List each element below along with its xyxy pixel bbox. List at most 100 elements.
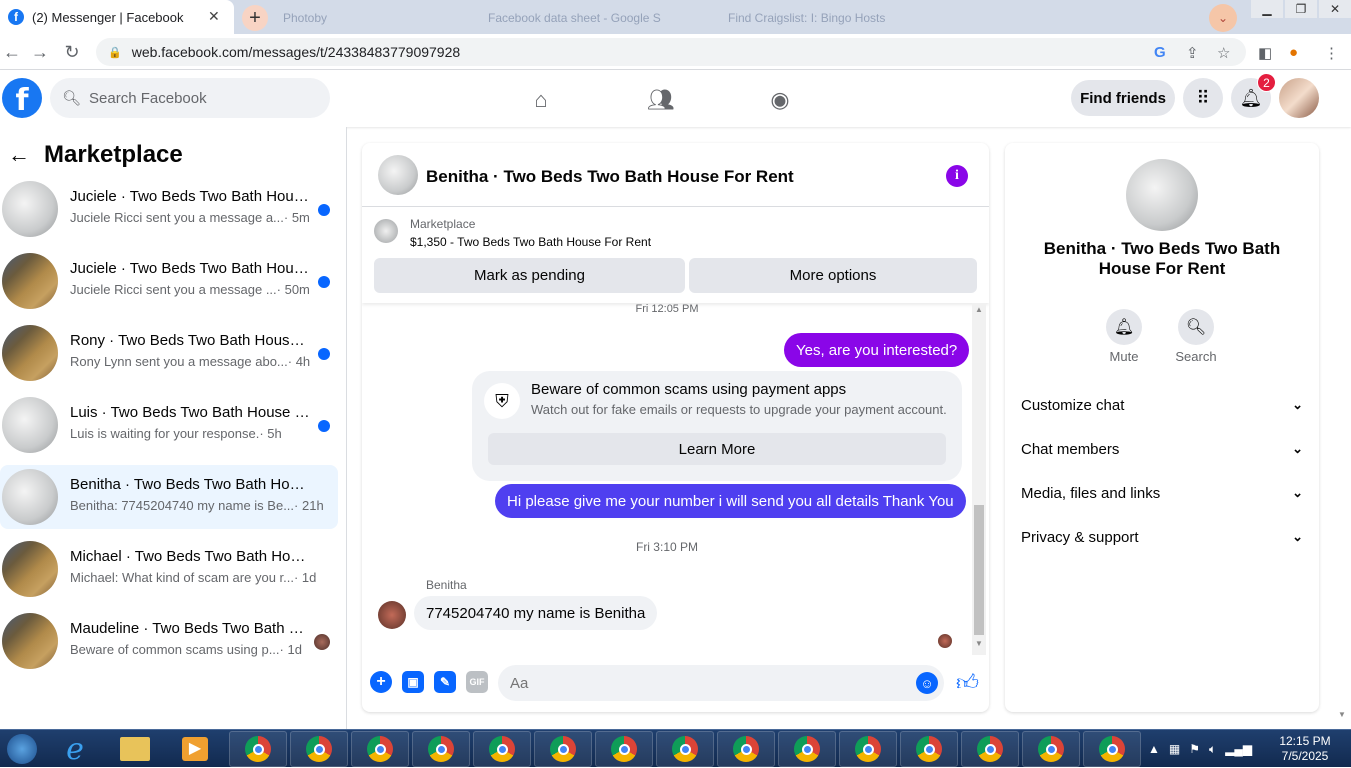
chevron-down-icon: ⌄: [1292, 485, 1303, 500]
account-avatar[interactable]: [1279, 78, 1319, 118]
conversation-item[interactable]: Benitha · Two Beds Two Bath House For Re…: [0, 465, 338, 529]
friends-icon[interactable]: 👥︎: [647, 86, 675, 114]
conversation-snippet-row: Juciele Ricci sent you a message ... · 5…: [70, 282, 325, 297]
message-thread[interactable]: Fri 12:05 PM Yes, are you interested? ⛨ …: [362, 303, 989, 655]
maximize-icon[interactable]: ❐: [1285, 0, 1317, 18]
google-translate-icon[interactable]: G: [1154, 44, 1166, 61]
forward-icon[interactable]: →: [28, 40, 52, 64]
attach-photo-icon[interactable]: ▣: [402, 671, 424, 693]
scroll-up-arrow-icon[interactable]: ▲: [975, 305, 983, 314]
reload-icon[interactable]: ↻: [60, 40, 84, 64]
thread-scrollbar[interactable]: ▲ ▼: [972, 303, 986, 655]
page-scroll-down-arrow-icon[interactable]: ▼: [1338, 710, 1346, 719]
chrome-taskbar-window[interactable]: [900, 731, 958, 767]
system-tray: ▲ ▦ ⚑ 🔈︎ ▂▄▆: [1148, 734, 1268, 764]
browser-tab-active[interactable]: f (2) Messenger | Facebook: [0, 0, 234, 34]
conversation-snippet: Michael: What kind of scam are you r...: [70, 570, 294, 585]
details-section-toggle[interactable]: Privacy & support ⌄: [1021, 517, 1303, 557]
scroll-down-arrow-icon[interactable]: ▼: [975, 639, 983, 648]
chat-title[interactable]: Benitha · Two Beds Two Bath House For Re…: [426, 167, 794, 187]
facebook-header: f 🔍︎ Search Facebook ⌂ 👥︎ ◉ Find friends…: [0, 70, 1351, 127]
incoming-message[interactable]: 7745204740 my name is Benitha: [414, 596, 658, 630]
chrome-taskbar-window[interactable]: [717, 731, 775, 767]
chrome-taskbar-window[interactable]: [778, 731, 836, 767]
thumbs-up-icon[interactable]: 👍︎: [956, 669, 979, 696]
chrome-taskbar-window[interactable]: [839, 731, 897, 767]
background-tab[interactable]: Facebook data sheet - Google S: [480, 5, 710, 31]
facebook-logo-icon[interactable]: f: [2, 78, 42, 118]
chrome-icon: [306, 736, 332, 762]
url-bar[interactable]: 🔒 web.facebook.com/messages/t/2433848377…: [96, 38, 1246, 66]
details-section-toggle[interactable]: Chat members ⌄: [1021, 429, 1303, 469]
message-input[interactable]: [498, 665, 944, 701]
mute-bell-icon[interactable]: 🔔︎: [1106, 309, 1142, 345]
background-tab[interactable]: Find Craigslist: I: Bingo Hosts: [720, 5, 950, 31]
chrome-taskbar-window[interactable]: [656, 731, 714, 767]
conversation-item[interactable]: Rony · Two Beds Two Bath House For Rent R…: [0, 321, 338, 385]
new-tab-button[interactable]: +: [242, 5, 268, 31]
listing-thumbnail[interactable]: [374, 219, 398, 243]
facebook-search-box[interactable]: 🔍︎ Search Facebook: [50, 78, 330, 118]
home-icon[interactable]: ⌂: [527, 86, 555, 114]
chat-avatar[interactable]: [378, 155, 418, 195]
file-explorer-icon[interactable]: [106, 731, 164, 767]
tray-app-icon[interactable]: ▦: [1169, 742, 1180, 756]
network-signal-icon[interactable]: ▂▄▆: [1225, 742, 1252, 756]
system-clock[interactable]: 12:15 PM 7/5/2025: [1270, 734, 1340, 764]
details-avatar[interactable]: [1126, 159, 1198, 231]
chrome-taskbar-window[interactable]: [351, 731, 409, 767]
background-tab[interactable]: Photoby: [275, 5, 475, 31]
chrome-taskbar-window[interactable]: [1083, 731, 1141, 767]
emoji-icon[interactable]: ☺: [916, 672, 938, 694]
profile-icon[interactable]: ●: [1289, 44, 1298, 61]
tray-expand-icon[interactable]: ▲: [1148, 742, 1160, 756]
outgoing-message[interactable]: Yes, are you interested?: [784, 333, 970, 367]
conversation-item[interactable]: Michael · Two Beds Two Bath House For Re…: [0, 537, 338, 601]
tray-flag-icon[interactable]: ⚑: [1189, 742, 1200, 756]
back-icon[interactable]: ←: [0, 40, 24, 64]
conversation-item[interactable]: Juciele · Two Beds Two Bath House For Re…: [0, 177, 338, 241]
close-window-icon[interactable]: ✕: [1319, 0, 1351, 18]
chrome-taskbar-window[interactable]: [595, 731, 653, 767]
media-player-icon[interactable]: ▶: [166, 731, 224, 767]
chrome-taskbar-window[interactable]: [229, 731, 287, 767]
chrome-taskbar-window[interactable]: [290, 731, 348, 767]
bookmark-star-icon[interactable]: ☆: [1217, 44, 1230, 62]
chrome-taskbar-window[interactable]: [473, 731, 531, 767]
back-arrow-icon[interactable]: ←: [8, 142, 30, 168]
mark-as-pending-button[interactable]: Mark as pending: [374, 258, 685, 293]
more-actions-plus-icon[interactable]: +: [370, 671, 392, 693]
search-icon[interactable]: 🔍︎: [1178, 309, 1214, 345]
details-section-toggle[interactable]: Media, files and links ⌄: [1021, 473, 1303, 513]
browser-menu-icon[interactable]: ⋮: [1324, 44, 1339, 62]
details-section-toggle[interactable]: Customize chat ⌄: [1021, 385, 1303, 425]
volume-icon[interactable]: 🔈︎: [1209, 742, 1216, 757]
chrome-taskbar-window[interactable]: [961, 731, 1019, 767]
minimize-icon[interactable]: ▁: [1251, 0, 1283, 18]
start-button[interactable]: [0, 730, 44, 768]
conversation-item[interactable]: Luis · Two Beds Two Bath House For Rent L…: [0, 393, 338, 457]
menu-grid-icon[interactable]: ⠿: [1183, 78, 1223, 118]
conversation-avatar: [2, 541, 58, 597]
find-friends-button[interactable]: Find friends: [1071, 80, 1175, 116]
close-tab-icon[interactable]: ✕: [208, 8, 220, 25]
chrome-taskbar-window[interactable]: [534, 731, 592, 767]
internet-explorer-icon[interactable]: e: [46, 731, 104, 767]
conversation-item[interactable]: Juciele · Two Beds Two Bath House For Re…: [0, 249, 338, 313]
sender-avatar[interactable]: [378, 601, 406, 629]
chrome-taskbar-window[interactable]: [1022, 731, 1080, 767]
chrome-taskbar-window[interactable]: [412, 731, 470, 767]
tab-search-dropdown-icon[interactable]: ⌄: [1209, 4, 1237, 32]
conversation-info-icon[interactable]: i: [946, 165, 968, 187]
gif-icon[interactable]: GIF: [466, 671, 488, 693]
outgoing-message[interactable]: Hi please give me your number i will sen…: [495, 484, 966, 518]
side-panel-icon[interactable]: ◧: [1258, 44, 1272, 62]
share-icon[interactable]: ⇪: [1186, 44, 1199, 62]
groups-icon[interactable]: ◉: [766, 86, 794, 114]
more-options-button[interactable]: More options: [689, 258, 977, 293]
learn-more-button[interactable]: Learn More: [488, 433, 946, 465]
sticker-icon[interactable]: ✎: [434, 671, 456, 693]
conversation-item[interactable]: Maudeline · Two Beds Two Bath House For …: [0, 609, 338, 673]
listing-description[interactable]: $1,350 - Two Beds Two Bath House For Ren…: [410, 235, 651, 249]
scrollbar-thumb[interactable]: [974, 505, 984, 635]
